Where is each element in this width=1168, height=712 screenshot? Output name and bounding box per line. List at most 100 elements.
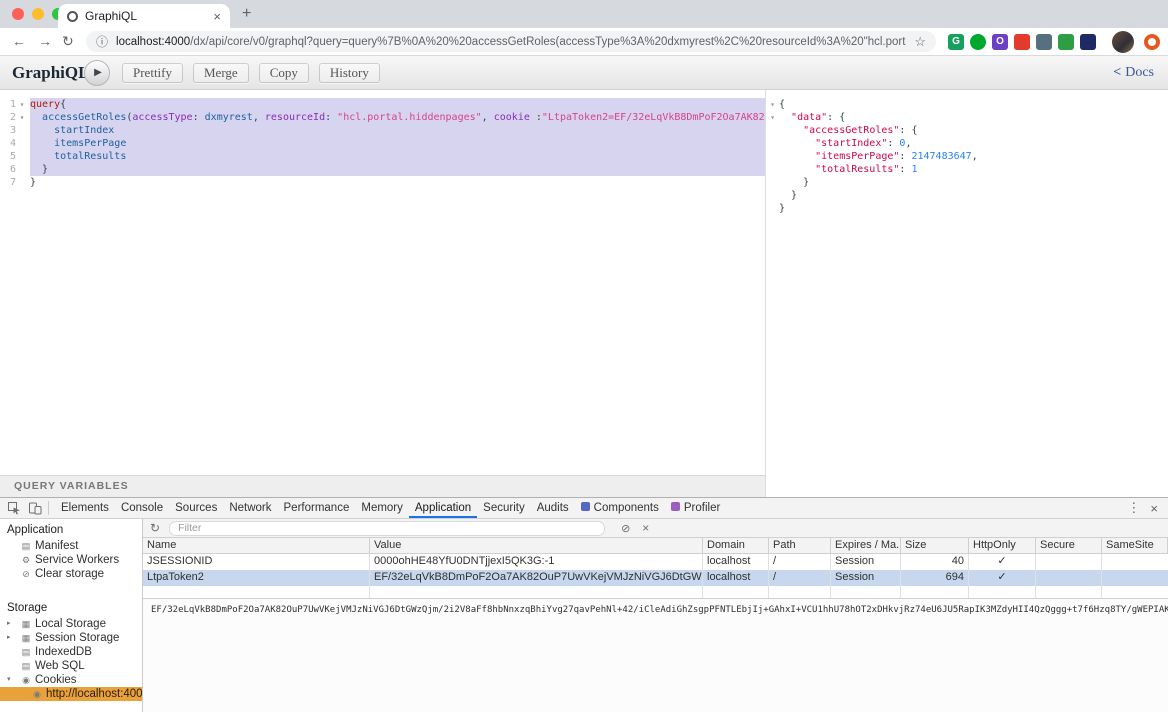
- column-size[interactable]: Size: [901, 538, 969, 553]
- tab-application[interactable]: Application: [409, 498, 477, 518]
- cookie-icon: ◉: [31, 687, 43, 701]
- cookie-row[interactable]: JSESSIONID 0000ohHE48YfU0DNTjjexI5QK3G:-…: [143, 554, 1168, 570]
- window-close-button[interactable]: [12, 8, 24, 20]
- devtools-close-icon[interactable]: ×: [1148, 501, 1168, 516]
- prettify-button[interactable]: Prettify: [122, 63, 183, 83]
- extension-icon-8[interactable]: [1144, 34, 1160, 50]
- database-icon: ▤: [20, 659, 32, 673]
- execute-query-button[interactable]: ▶: [84, 60, 110, 86]
- inspect-element-icon[interactable]: [7, 501, 21, 515]
- manifest-icon: ▤: [20, 539, 32, 553]
- site-info-icon[interactable]: ⓘ: [96, 33, 108, 50]
- column-httponly[interactable]: HttpOnly: [969, 538, 1036, 553]
- filter-input[interactable]: [169, 521, 605, 536]
- tab-sources[interactable]: Sources: [169, 498, 223, 518]
- url-text: localhost:4000/dx/api/core/v0/graphql?qu…: [116, 36, 906, 48]
- application-sidebar: Application ▤Manifest ⚙Service Workers ⊘…: [0, 519, 143, 712]
- cookies-pane: ↻ ⊘ × Name Value Domain Path Expires / M…: [143, 519, 1168, 712]
- sidebar-item-manifest[interactable]: ▤Manifest: [0, 539, 142, 553]
- copy-button[interactable]: Copy: [259, 63, 309, 83]
- database-icon: ▤: [20, 645, 32, 659]
- extension-icon-2[interactable]: [970, 34, 986, 50]
- sidebar-item-clear-storage[interactable]: ⊘Clear storage: [0, 567, 142, 581]
- window-minimize-button[interactable]: [32, 8, 44, 20]
- history-button[interactable]: History: [319, 63, 380, 83]
- tab-network[interactable]: Network: [223, 498, 277, 518]
- column-domain[interactable]: Domain: [703, 538, 769, 553]
- devtools-tabbar: Elements Console Sources Network Perform…: [0, 498, 1168, 519]
- sidebar-item-indexeddb[interactable]: ▤IndexedDB: [0, 645, 142, 659]
- sidebar-section-application: Application: [0, 519, 142, 539]
- sidebar-item-cookies[interactable]: ▾◉Cookies: [0, 673, 142, 687]
- sidebar-item-web-sql[interactable]: ▤Web SQL: [0, 659, 142, 673]
- tab-console[interactable]: Console: [115, 498, 169, 518]
- tab-security[interactable]: Security: [477, 498, 531, 518]
- storage-grid-icon: ▦: [20, 617, 32, 631]
- chevron-right-icon: ▸: [7, 617, 11, 631]
- delete-icon[interactable]: ×: [642, 521, 649, 535]
- new-tab-button[interactable]: +: [242, 5, 251, 23]
- clear-storage-icon: ⊘: [20, 567, 32, 581]
- url-path: /dx/api/core/v0/graphql?query=query%7B%0…: [190, 36, 906, 48]
- query-variables-bar[interactable]: QUERY VARIABLES: [0, 475, 765, 497]
- column-expires[interactable]: Expires / Ma...: [831, 538, 901, 553]
- tab-elements[interactable]: Elements: [55, 498, 115, 518]
- back-icon[interactable]: ←: [12, 33, 26, 49]
- graphiql-toolbar: GraphiQL ▶ Prettify Merge Copy History <…: [0, 56, 1168, 90]
- reload-icon[interactable]: ↻: [62, 33, 74, 49]
- tab-profiler[interactable]: Profiler: [665, 498, 726, 518]
- docs-button[interactable]: < Docs: [1113, 65, 1154, 81]
- tab-memory[interactable]: Memory: [355, 498, 409, 518]
- devtools-tabbar-right: ⋮ ×: [1119, 500, 1168, 516]
- chevron-down-icon: ▾: [7, 673, 11, 687]
- httponly-check: ✓: [969, 570, 1036, 586]
- graphiql-favicon: [67, 11, 78, 22]
- sidebar-item-cookie-origin[interactable]: ◉http://localhost:4000: [0, 687, 142, 701]
- extension-icon-5[interactable]: [1036, 34, 1052, 50]
- extension-icon-1[interactable]: G: [948, 34, 964, 50]
- column-samesite[interactable]: SameSite: [1102, 538, 1168, 553]
- graphiql-logo: GraphiQL: [12, 63, 89, 83]
- tab-close-icon[interactable]: ×: [213, 10, 221, 23]
- browser-toolbar: ← → ↻ ⓘ localhost:4000/dx/api/core/v0/gr…: [0, 28, 1168, 56]
- column-name[interactable]: Name: [143, 538, 370, 553]
- tab-components[interactable]: Components: [575, 498, 665, 518]
- extension-icon-4[interactable]: [1014, 34, 1030, 50]
- cookie-icon: ◉: [20, 673, 32, 687]
- chevron-left-icon: <: [1113, 65, 1121, 80]
- play-icon: ▶: [92, 67, 102, 78]
- result-viewer[interactable]: ▾{▾ "data": { "accessGetRoles": { "start…: [766, 90, 1168, 497]
- device-toolbar-icon[interactable]: [28, 501, 42, 515]
- column-path[interactable]: Path: [769, 538, 831, 553]
- merge-button[interactable]: Merge: [193, 63, 249, 83]
- sidebar-item-session-storage[interactable]: ▸▦Session Storage: [0, 631, 142, 645]
- bookmark-star-icon[interactable]: ☆: [914, 34, 926, 50]
- column-value[interactable]: Value: [370, 538, 703, 553]
- components-icon: [581, 502, 590, 511]
- docs-label: Docs: [1125, 65, 1154, 80]
- query-editor[interactable]: 1▾query{2▾ accessGetRoles(accessType: dx…: [0, 90, 765, 475]
- httponly-check: ✓: [969, 554, 1036, 570]
- kebab-menu-icon[interactable]: ⋮: [1119, 500, 1148, 516]
- refresh-icon[interactable]: ↻: [150, 521, 160, 535]
- column-secure[interactable]: Secure: [1036, 538, 1102, 553]
- browser-tab[interactable]: GraphiQL ×: [58, 4, 230, 28]
- forward-icon[interactable]: →: [38, 33, 52, 49]
- empty-table-filler: [143, 586, 1168, 598]
- divider: [48, 501, 49, 515]
- extension-icon-7[interactable]: [1080, 34, 1096, 50]
- tab-performance[interactable]: Performance: [278, 498, 356, 518]
- cookie-row-selected[interactable]: LtpaToken2 EF/32eLqVkB8DmPoF2Oa7AK82OuP7…: [143, 570, 1168, 586]
- tab-strip: GraphiQL × +: [0, 0, 1168, 28]
- extension-icon-3[interactable]: O: [992, 34, 1008, 50]
- tab-audits[interactable]: Audits: [531, 498, 575, 518]
- chevron-right-icon: ▸: [7, 631, 11, 645]
- sidebar-item-service-workers[interactable]: ⚙Service Workers: [0, 553, 142, 567]
- address-bar[interactable]: ⓘ localhost:4000/dx/api/core/v0/graphql?…: [86, 31, 936, 52]
- url-host: localhost:4000: [116, 36, 190, 48]
- clear-filter-icon[interactable]: ⊘: [621, 522, 630, 535]
- graphiql-buttons: Prettify Merge Copy History: [122, 63, 380, 83]
- sidebar-item-local-storage[interactable]: ▸▦Local Storage: [0, 617, 142, 631]
- profile-avatar[interactable]: [1112, 31, 1134, 53]
- extension-icon-6[interactable]: [1058, 34, 1074, 50]
